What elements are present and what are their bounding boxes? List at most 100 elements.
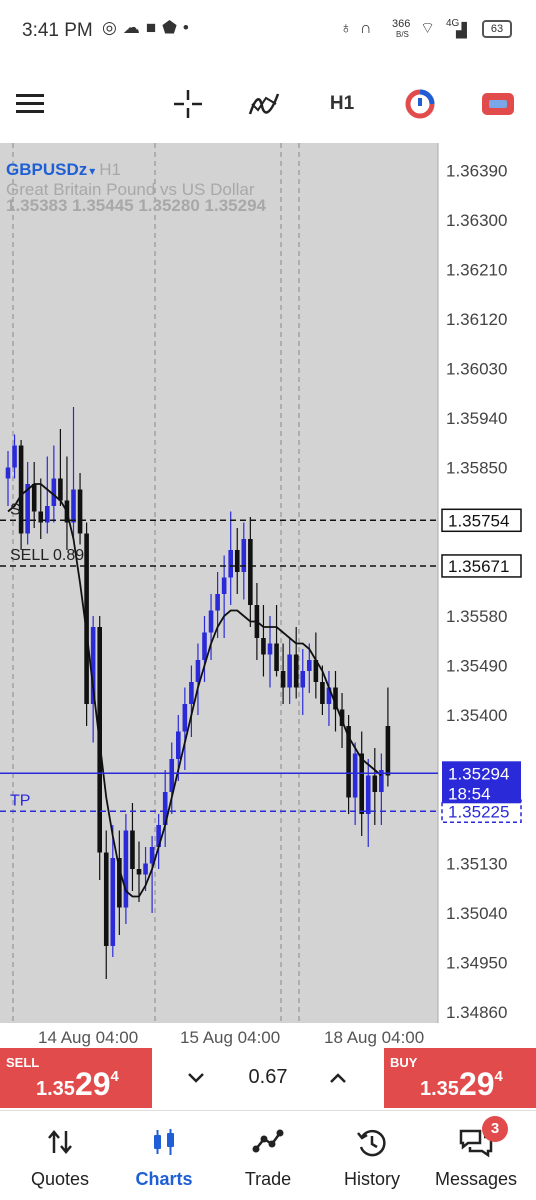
trade-icon (252, 1129, 284, 1153)
ohlc-values: 1.35383 1.35445 1.35280 1.35294 (6, 196, 266, 215)
alarm-icon: ♁ (340, 20, 352, 37)
sell-price-label: 1.35671 (448, 557, 509, 576)
price-tick-label: 1.36120 (446, 310, 507, 329)
lot-increase-button[interactable] (308, 1048, 368, 1108)
candle-body (215, 594, 220, 611)
lot-decrease-button[interactable] (166, 1048, 226, 1108)
stop-price-label: 1.35754 (448, 511, 509, 530)
signal-icon: ▟ (456, 22, 467, 38)
headset-icon: ∩ (360, 20, 372, 37)
symbol-header[interactable]: GBPUSDz ▾ H1 (6, 160, 121, 180)
price-tick-label: 1.35580 (446, 607, 507, 626)
chevron-down-icon (188, 1073, 204, 1083)
candle-body (202, 632, 207, 660)
nav-messages-label: Messages (434, 1169, 518, 1189)
sell-price: 1.35294 (36, 1066, 119, 1102)
wifi-icon: ⌔ (420, 20, 436, 37)
take-profit-label: TP (10, 792, 30, 809)
candle-body (195, 660, 201, 682)
candle-body (5, 467, 11, 479)
time-tick-label: 14 Aug 04:00 (38, 1028, 138, 1047)
price-tick-label: 1.35940 (446, 409, 507, 428)
candle-body (12, 445, 17, 468)
candle-body (228, 550, 233, 578)
chart-canvas[interactable]: 1.36390 1.36300 1.36210 1.36120 1.36030 1.359… (0, 143, 536, 1050)
notification-icons: ◎☁■⬟• (102, 18, 195, 37)
network-unit: B/S (396, 30, 409, 39)
bar-countdown-label: 18:54 (448, 784, 491, 803)
candle-body (320, 682, 325, 704)
candle-body (123, 830, 129, 908)
network-speed: 366 (392, 18, 411, 30)
indicators-icon[interactable] (242, 82, 286, 126)
candle-body (300, 671, 306, 688)
candle-body (143, 863, 148, 875)
candle-body (261, 638, 266, 655)
candle-body (280, 671, 286, 688)
time-tick-label: 18 Aug 04:00 (324, 1028, 424, 1047)
candle-body (307, 660, 312, 671)
quotes-icon (48, 1130, 72, 1154)
nav-trade-label: Trade (244, 1169, 292, 1189)
status-bar: 3:41 PM ◎☁■⬟• 366 B/S ♁ ∩ ⌔ 4G ▟ 63 (0, 0, 536, 60)
candle-body (221, 577, 227, 594)
candle-body (189, 682, 194, 704)
candle-body (110, 858, 116, 946)
candle-body (71, 489, 76, 523)
price-tick-label: 1.35490 (446, 657, 507, 676)
candle-body (385, 726, 391, 776)
sell-order-label: SELL 0.89 (10, 547, 84, 564)
candle-body (248, 539, 253, 605)
chart-plot-area[interactable] (0, 143, 438, 1023)
candle-body (359, 753, 364, 814)
battery-icon: 63 (482, 20, 512, 38)
sell-button[interactable]: SELL 1.35294 (0, 1048, 152, 1108)
bid-price-label: 1.35294 (448, 764, 509, 783)
charts-icon (154, 1129, 174, 1155)
candle-body (103, 852, 109, 946)
history-icon (357, 1129, 386, 1157)
status-time: 3:41 PM (22, 20, 93, 41)
buy-label: BUY (390, 1055, 418, 1070)
candle-body (274, 643, 279, 671)
candle-body (130, 830, 135, 869)
price-tick-label: 1.34950 (446, 954, 507, 973)
price-tick-label: 1.35130 (446, 855, 507, 874)
candle-body (182, 704, 188, 732)
timeframe-label: H1 (329, 93, 355, 114)
nav-quotes[interactable]: Quotes (8, 1111, 112, 1200)
nav-charts[interactable]: Charts (112, 1111, 216, 1200)
price-tick-label: 1.35040 (446, 904, 507, 923)
symbol-dropdown-icon[interactable]: ▾ (89, 164, 95, 178)
buy-button[interactable]: BUY 1.35294 (384, 1048, 536, 1108)
nav-trade[interactable]: Trade (216, 1111, 320, 1200)
crosshair-icon[interactable] (166, 82, 210, 126)
nav-messages[interactable]: Messages (424, 1111, 528, 1200)
chart-toolbar: H1 (0, 62, 536, 142)
nav-history[interactable]: History (320, 1111, 424, 1200)
price-tick-label: 1.35400 (446, 706, 507, 725)
candle-body (267, 643, 273, 655)
candle-body (234, 550, 240, 572)
timeframe-button[interactable]: H1 (320, 82, 364, 126)
candle-body (51, 478, 57, 506)
tp-price-label: 1.35225 (448, 802, 509, 821)
nav-quotes-label: Quotes (30, 1169, 90, 1189)
chevron-up-icon (330, 1073, 346, 1083)
nav-history-label: History (343, 1169, 400, 1189)
lot-size-input[interactable]: 0.67 (220, 1066, 316, 1089)
objects-icon[interactable] (398, 82, 442, 126)
bottom-navigation: Quotes Charts Trade History Messages (0, 1110, 536, 1200)
symbol-name[interactable]: GBPUSDz (6, 160, 87, 179)
candle-body (293, 654, 299, 688)
candle-body (31, 484, 37, 512)
sell-label: SELL (6, 1055, 40, 1070)
trade-icon[interactable] (476, 82, 520, 126)
menu-icon[interactable] (8, 82, 52, 126)
price-chart[interactable]: 1.36390 1.36300 1.36210 1.36120 1.36030 1.359… (0, 143, 536, 1050)
candle-body (176, 731, 181, 759)
buy-price: 1.35294 (420, 1066, 503, 1102)
candle-body (208, 610, 214, 633)
price-tick-label: 1.36030 (446, 360, 507, 379)
candle-body (365, 775, 371, 814)
